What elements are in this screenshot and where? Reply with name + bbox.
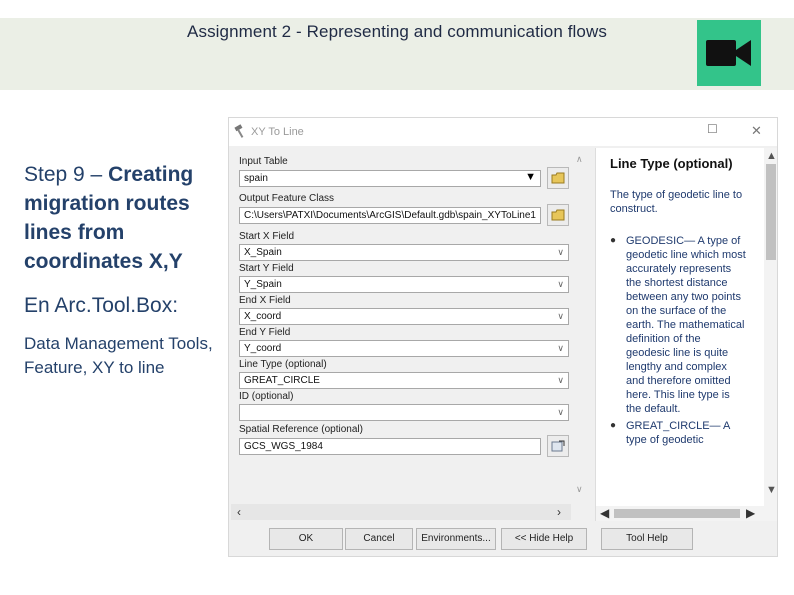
input-table-value: spain: [244, 173, 268, 184]
help-hscrollbar[interactable]: ◀ ▶: [596, 506, 764, 521]
spatial-reference-button[interactable]: [547, 435, 569, 457]
input-table-select[interactable]: spain ▼: [239, 170, 541, 187]
step-prefix: Step 9 –: [24, 163, 109, 186]
maximize-button[interactable]: ☐: [707, 122, 718, 136]
input-table-label: Input Table: [239, 156, 288, 167]
hide-help-button[interactable]: << Hide Help: [501, 528, 587, 550]
line-type-select[interactable]: GREAT_CIRCLE ∨: [239, 372, 569, 389]
scroll-right-icon[interactable]: ▶: [746, 506, 755, 520]
end-x-select[interactable]: X_coord ∨: [239, 308, 569, 325]
help-list: ● GEODESIC— A type of geodetic line whic…: [610, 234, 746, 450]
start-x-select[interactable]: X_Spain ∨: [239, 244, 569, 261]
end-x-label: End X Field: [239, 295, 291, 306]
help-item-text: GEODESIC— A type of geodetic line which …: [626, 235, 746, 415]
hammer-icon: [234, 124, 248, 143]
spatial-reference-input[interactable]: GCS_WGS_1984: [239, 438, 541, 455]
scroll-left-icon[interactable]: ◀: [600, 506, 609, 520]
scroll-right-icon[interactable]: ›: [557, 505, 561, 519]
help-scrollbar[interactable]: ▲ ▼: [764, 148, 777, 521]
scroll-left-icon[interactable]: ‹: [237, 505, 241, 519]
chevron-down-icon: ∨: [557, 247, 564, 257]
slide-title: Assignment 2 - Representing and communic…: [187, 22, 607, 41]
output-feature-input[interactable]: C:\Users\PATXI\Documents\ArcGIS\Default.…: [239, 207, 541, 224]
bullet-icon: ●: [610, 235, 617, 246]
list-item: ● GEODESIC— A type of geodetic line whic…: [610, 234, 746, 416]
coordinate-system-icon: [551, 440, 565, 452]
chevron-down-icon: ▼: [525, 171, 536, 183]
scroll-down-icon[interactable]: ∨: [576, 484, 583, 495]
help-title: Line Type (optional): [610, 156, 733, 171]
chevron-down-icon: ∨: [557, 375, 564, 385]
chevron-down-icon: ∨: [557, 279, 564, 289]
end-x-value: X_coord: [244, 311, 282, 322]
start-x-value: X_Spain: [244, 247, 282, 258]
help-description: The type of geodetic line to construct.: [610, 189, 743, 215]
instructions: Step 9 – Creating migration routes lines…: [24, 160, 224, 380]
step-heading: Step 9 – Creating migration routes lines…: [24, 160, 224, 276]
end-y-select[interactable]: Y_coord ∨: [239, 340, 569, 357]
bullet-icon: ●: [610, 420, 617, 431]
chevron-down-icon: ∨: [557, 407, 564, 417]
scroll-up-icon[interactable]: ▲: [766, 150, 777, 162]
toolbox-text: En Arc.Tool.Box:: [24, 294, 179, 317]
start-y-label: Start Y Field: [239, 263, 294, 274]
dialog-titlebar: XY To Line ☐ ✕: [229, 118, 777, 146]
id-select[interactable]: ∨: [239, 404, 569, 421]
help-item-text: GREAT_CIRCLE— A type of geodetic: [626, 420, 730, 446]
scroll-down-icon[interactable]: ▼: [766, 484, 777, 496]
browse-output-button[interactable]: [547, 204, 569, 226]
tool-help-button[interactable]: Tool Help: [601, 528, 693, 550]
id-label: ID (optional): [239, 391, 294, 402]
scroll-thumb[interactable]: [766, 164, 776, 260]
start-y-value: Y_Spain: [244, 279, 282, 290]
output-feature-value: C:\Users\PATXI\Documents\ArcGIS\Default.…: [244, 210, 536, 221]
list-item: ● GREAT_CIRCLE— A type of geodetic: [610, 419, 746, 447]
parameters-hscrollbar[interactable]: ‹ ›: [231, 504, 571, 520]
environments-button[interactable]: Environments...: [416, 528, 496, 550]
parameters-scrollbar[interactable]: ∧ ∨: [573, 148, 589, 521]
cancel-button[interactable]: Cancel: [345, 528, 413, 550]
end-y-label: End Y Field: [239, 327, 291, 338]
parameters-pane: Input Table spain ▼ Output Feature Class…: [231, 148, 589, 521]
xy-to-line-dialog: XY To Line ☐ ✕ Input Table spain ▼ Outpu…: [228, 117, 778, 557]
scroll-thumb[interactable]: [614, 509, 740, 518]
chevron-down-icon: ∨: [557, 311, 564, 321]
folder-icon: [551, 209, 565, 221]
help-pane: Line Type (optional) The type of geodeti…: [595, 148, 777, 521]
spatial-reference-label: Spatial Reference (optional): [239, 424, 363, 435]
dialog-title: XY To Line: [251, 126, 304, 138]
start-x-label: Start X Field: [239, 231, 295, 242]
end-y-value: Y_coord: [244, 343, 282, 354]
output-feature-label: Output Feature Class: [239, 193, 335, 204]
tool-path-text: Data Management Tools, Feature, XY to li…: [24, 334, 213, 377]
video-camera-icon[interactable]: [697, 20, 761, 86]
line-type-value: GREAT_CIRCLE: [244, 375, 320, 386]
start-y-select[interactable]: Y_Spain ∨: [239, 276, 569, 293]
slide: Assignment 2 - Representing and communic…: [0, 0, 794, 595]
spatial-reference-value: GCS_WGS_1984: [244, 441, 323, 452]
folder-icon: [551, 172, 565, 184]
chevron-down-icon: ∨: [557, 343, 564, 353]
line-type-label: Line Type (optional): [239, 359, 327, 370]
ok-button[interactable]: OK: [269, 528, 343, 550]
browse-input-button[interactable]: [547, 167, 569, 189]
scroll-up-icon[interactable]: ∧: [576, 154, 583, 165]
close-button[interactable]: ✕: [751, 123, 762, 139]
